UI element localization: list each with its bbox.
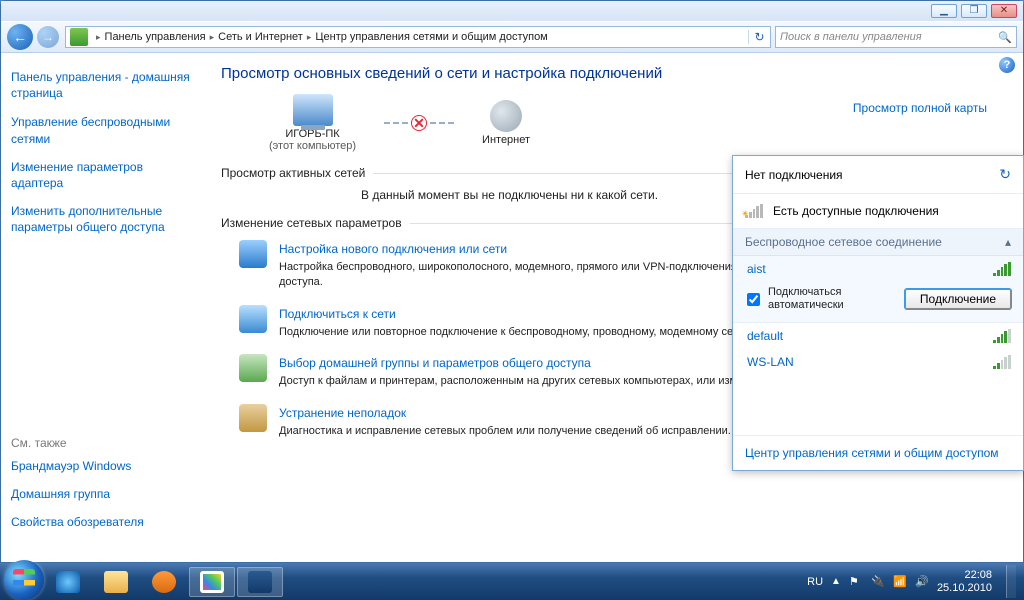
connect-network-icon: [239, 305, 267, 333]
homegroup-icon: [239, 354, 267, 382]
wifi-network-wslan[interactable]: WS-LAN: [733, 349, 1023, 375]
diagram-pc-sub: (этот компьютер): [269, 140, 356, 152]
wifi-network-center-link[interactable]: Центр управления сетями и общим доступом: [745, 446, 999, 460]
system-tray: RU ▲ ⚑ 🔌 📶 🔊 22:08 25.10.2010: [807, 565, 1020, 598]
task-link[interactable]: Выбор домашней группы и параметров общег…: [279, 356, 591, 370]
auto-connect-checkbox[interactable]: [747, 293, 760, 306]
sidebar-link-adapter[interactable]: Изменение параметров адаптера: [11, 159, 195, 191]
wifi-network-name: default: [747, 329, 783, 343]
sidebar: Панель управления - домашняя страница Уп…: [1, 53, 205, 562]
taskbar-ie[interactable]: [45, 567, 91, 597]
signal-icon: [993, 262, 1011, 276]
diagram-connection-broken: ✕: [384, 115, 454, 131]
tray-chevron-icon[interactable]: ▲: [831, 576, 841, 587]
troubleshoot-icon: [239, 404, 267, 432]
taskbar-wmp[interactable]: [141, 567, 187, 597]
gadget-icon: [248, 571, 272, 593]
task-link[interactable]: Настройка нового подключения или сети: [279, 242, 507, 256]
show-desktop-button[interactable]: [1006, 565, 1016, 598]
maximize-button[interactable]: ❐: [961, 4, 987, 18]
wifi-network-name: aist: [747, 262, 766, 276]
search-input[interactable]: Поиск в панели управления 🔍: [775, 26, 1017, 48]
task-desc: Диагностика и исправление сетевых пробле…: [279, 424, 731, 439]
network-tray-icon[interactable]: 📶: [893, 575, 907, 589]
connect-button[interactable]: Подключение: [905, 289, 1011, 309]
sidebar-link-firewall[interactable]: Брандмауэр Windows: [11, 458, 195, 474]
wifi-connect-row: Подключаться автоматически Подключение: [733, 282, 1023, 323]
taskbar: RU ▲ ⚑ 🔌 📶 🔊 22:08 25.10.2010: [0, 563, 1024, 600]
clock-time: 22:08: [937, 569, 992, 582]
chevron-right-icon: ▸: [307, 32, 312, 43]
power-icon[interactable]: 🔌: [871, 575, 885, 589]
breadcrumb-item[interactable]: Сеть и Интернет: [218, 31, 303, 43]
nav-back-button[interactable]: ←: [7, 24, 33, 50]
wifi-refresh-button[interactable]: ↻: [999, 166, 1011, 183]
navbar: ← → ▸ Панель управления ▸ Сеть и Интерне…: [1, 21, 1023, 53]
signal-icon: [993, 329, 1011, 343]
action-center-icon[interactable]: ⚑: [849, 575, 863, 589]
pc-icon: [293, 94, 333, 126]
wifi-no-connection-label: Нет подключения: [745, 168, 843, 182]
wifi-popup: Нет подключения ↻ Есть доступные подключ…: [732, 155, 1024, 471]
paint-icon: [200, 571, 224, 593]
see-also-label: См. также: [11, 436, 195, 450]
control-panel-icon: [70, 28, 88, 46]
wifi-available-label: Есть доступные подключения: [773, 204, 939, 218]
taskbar-paint[interactable]: [189, 567, 235, 597]
full-map-link[interactable]: Просмотр полной карты: [853, 101, 987, 115]
signal-icon: [745, 204, 763, 218]
volume-icon[interactable]: 🔊: [915, 575, 929, 589]
diagram-internet-label: Интернет: [482, 134, 530, 146]
wifi-header: Нет подключения ↻: [733, 156, 1023, 194]
wifi-available-row: Есть доступные подключения: [733, 194, 1023, 229]
chevron-right-icon: ▸: [210, 32, 215, 43]
sidebar-link-wireless[interactable]: Управление беспроводными сетями: [11, 114, 195, 146]
sidebar-home-link[interactable]: Панель управления - домашняя страница: [11, 69, 195, 101]
sidebar-link-sharing[interactable]: Изменить дополнительные параметры общего…: [11, 203, 195, 235]
refresh-button[interactable]: ↻: [748, 30, 770, 44]
disconnect-icon: ✕: [411, 115, 427, 131]
sidebar-link-internet-options[interactable]: Свойства обозревателя: [11, 514, 195, 530]
task-link[interactable]: Устранение неполадок: [279, 406, 406, 420]
chevron-up-icon: ▴: [1005, 235, 1011, 249]
sidebar-link-homegroup[interactable]: Домашняя группа: [11, 486, 195, 502]
search-icon: 🔍: [998, 31, 1012, 44]
diagram-internet-node: Интернет: [482, 100, 530, 146]
titlebar: ▁ ❐ ✕: [1, 1, 1023, 21]
task-link[interactable]: Подключиться к сети: [279, 307, 396, 321]
wifi-footer: Центр управления сетями и общим доступом: [733, 435, 1023, 470]
signal-icon: [993, 355, 1011, 369]
clock[interactable]: 22:08 25.10.2010: [937, 569, 992, 594]
nav-forward-button[interactable]: →: [37, 26, 59, 48]
diagram-pc-node: ИГОРЬ-ПК (этот компьютер): [269, 94, 356, 152]
globe-icon: [490, 100, 522, 132]
page-title: Просмотр основных сведений о сети и наст…: [221, 65, 987, 82]
auto-connect-label: Подключаться автоматически: [768, 286, 897, 312]
breadcrumb[interactable]: ▸ Панель управления ▸ Сеть и Интернет ▸ …: [65, 26, 771, 48]
setup-connection-icon: [239, 240, 267, 268]
wmp-icon: [152, 571, 176, 593]
start-button[interactable]: [4, 560, 44, 600]
close-button[interactable]: ✕: [991, 4, 1017, 18]
wifi-network-name: WS-LAN: [747, 355, 794, 369]
language-indicator[interactable]: RU: [807, 576, 823, 588]
taskbar-gadgets[interactable]: [237, 567, 283, 597]
search-placeholder: Поиск в панели управления: [780, 31, 922, 43]
clock-date: 25.10.2010: [937, 582, 992, 595]
chevron-right-icon: ▸: [96, 32, 101, 43]
breadcrumb-item[interactable]: Панель управления: [105, 31, 206, 43]
wifi-section-header[interactable]: Беспроводное сетевое соединение ▴: [733, 229, 1023, 256]
help-icon[interactable]: ?: [999, 57, 1015, 73]
folder-icon: [104, 571, 128, 593]
ie-icon: [56, 571, 80, 593]
breadcrumb-item[interactable]: Центр управления сетями и общим доступом: [315, 31, 547, 43]
wifi-network-default[interactable]: default: [733, 323, 1023, 349]
wifi-network-aist[interactable]: aist: [733, 256, 1023, 282]
taskbar-explorer[interactable]: [93, 567, 139, 597]
minimize-button[interactable]: ▁: [931, 4, 957, 18]
